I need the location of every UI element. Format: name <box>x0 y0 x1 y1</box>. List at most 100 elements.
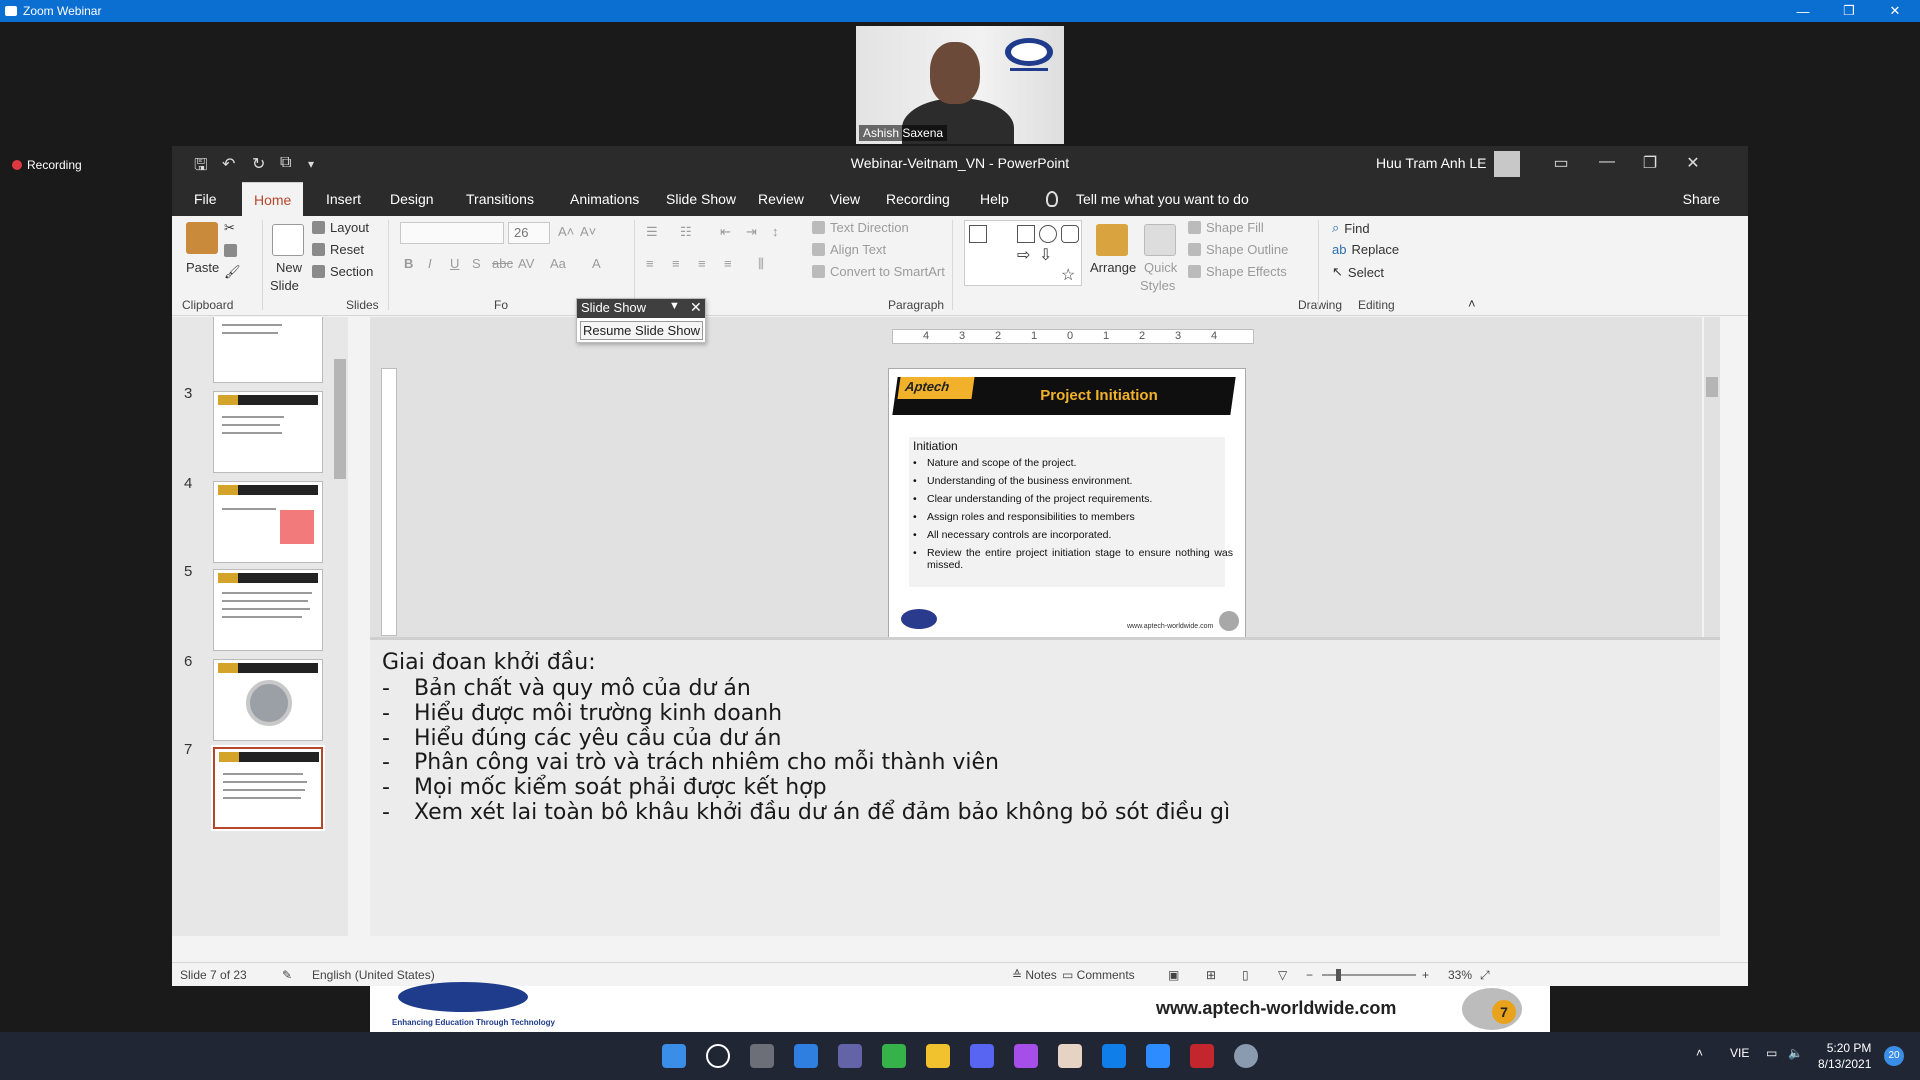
shadow-icon[interactable]: S <box>472 256 481 271</box>
increase-indent-icon[interactable]: ⇥ <box>746 224 757 240</box>
font-name-combo[interactable] <box>400 222 504 244</box>
oval-shape-icon[interactable] <box>1039 225 1057 243</box>
new-slide-icon[interactable] <box>272 224 304 256</box>
tab-help[interactable]: Help <box>968 182 1021 216</box>
slide-sorter-icon[interactable]: ⊞ <box>1206 968 1216 982</box>
close-icon[interactable]: ✕ <box>690 299 702 316</box>
paste-icon[interactable] <box>186 222 218 254</box>
font-color-icon[interactable]: A <box>592 256 601 271</box>
quick-styles-label-1[interactable]: Quick <box>1144 260 1177 275</box>
zoom-taskbar-icon[interactable] <box>1146 1044 1170 1068</box>
clock[interactable]: 5:20 PM 8/13/2021 <box>1818 1040 1871 1072</box>
language-status[interactable]: English (United States) <box>312 968 435 982</box>
paste-button[interactable]: Paste <box>186 260 219 275</box>
tab-review[interactable]: Review <box>746 182 816 216</box>
slide-heading[interactable]: Initiation <box>913 439 958 453</box>
refresh-app-icon[interactable] <box>882 1044 906 1068</box>
tab-recording[interactable]: Recording <box>874 182 962 216</box>
decrease-indent-icon[interactable]: ⇤ <box>720 224 731 240</box>
align-right-icon[interactable]: ≡ <box>698 256 706 271</box>
ppt-close-icon[interactable]: ✕ <box>1678 153 1708 173</box>
select-button[interactable]: ↖ Select <box>1332 264 1384 280</box>
current-slide[interactable]: Aptech Project Initiation Initiation Nat… <box>888 368 1246 638</box>
recording-indicator[interactable]: Recording <box>12 158 82 172</box>
tab-view[interactable]: View <box>818 182 872 216</box>
shape-effects-button[interactable]: Shape Effects <box>1188 264 1287 279</box>
convert-smartart-button[interactable]: Convert to SmartArt <box>812 264 945 279</box>
quick-styles-icon[interactable] <box>1144 224 1176 256</box>
rounded-rect-shape-icon[interactable] <box>1061 225 1079 243</box>
notes-pane[interactable]: Giai đoan khởi đầu: - Bản chất và quy mô … <box>370 640 1720 936</box>
search-icon[interactable] <box>706 1044 730 1068</box>
cut-icon[interactable]: ✂ <box>224 220 235 236</box>
ribbon-display-icon[interactable]: ▭ <box>1546 153 1576 173</box>
ppt-minimize-icon[interactable]: — <box>1592 153 1622 171</box>
file-explorer-icon[interactable] <box>926 1044 950 1068</box>
slide-title[interactable]: Project Initiation <box>979 387 1219 404</box>
network-icon[interactable]: ▭ <box>1766 1046 1777 1060</box>
align-text-button[interactable]: Align Text <box>812 242 886 257</box>
thumbnails-scrollbar[interactable] <box>332 317 348 936</box>
zoom-in-icon[interactable]: + <box>1422 968 1429 982</box>
slide-counter[interactable]: Slide 7 of 23 <box>180 968 247 982</box>
teams-chat-icon[interactable] <box>838 1044 862 1068</box>
find-button[interactable]: ⌕ Find <box>1332 220 1370 236</box>
task-view-icon[interactable] <box>750 1044 774 1068</box>
slide-scrollbar[interactable] <box>1704 317 1720 637</box>
underline-icon[interactable]: U <box>450 256 459 271</box>
restore-icon[interactable]: ❐ <box>1826 0 1872 22</box>
app-icon[interactable] <box>1058 1044 1082 1068</box>
line-spacing-icon[interactable]: ↕ <box>772 224 779 239</box>
comments-toggle[interactable]: ▭ Comments <box>1062 968 1135 982</box>
zoom-level[interactable]: 33% <box>1448 968 1472 982</box>
char-spacing-icon[interactable]: AV <box>518 256 534 271</box>
slide-thumbnail[interactable] <box>213 659 323 741</box>
tab-slide-show[interactable]: Slide Show <box>654 182 748 216</box>
align-left-icon[interactable]: ≡ <box>646 256 654 271</box>
messenger-icon[interactable] <box>1014 1044 1038 1068</box>
tab-transitions[interactable]: Transitions <box>454 182 546 216</box>
zoom-out-icon[interactable]: − <box>1306 968 1313 982</box>
replace-button[interactable]: ab Replace <box>1332 242 1399 257</box>
share-button[interactable]: Share <box>1683 182 1720 216</box>
arrange-icon[interactable] <box>1096 224 1128 256</box>
change-case-icon[interactable]: Aa <box>550 256 566 271</box>
resume-slideshow-button[interactable]: Resume Slide Show <box>580 321 704 340</box>
format-painter-icon[interactable]: 🖌 <box>224 264 241 280</box>
avatar[interactable] <box>1494 151 1520 177</box>
new-slide-label-1[interactable]: New <box>276 260 302 275</box>
copy-icon[interactable] <box>224 244 237 257</box>
section-button[interactable]: Section <box>312 264 373 279</box>
grow-font-icon[interactable]: A˄ <box>558 224 574 239</box>
slide-thumbnail[interactable] <box>213 481 323 563</box>
speaker-video[interactable]: Ashish Saxena <box>856 26 1064 144</box>
shrink-font-icon[interactable]: A˅ <box>580 224 596 239</box>
zoom-slider-handle[interactable] <box>1336 969 1341 981</box>
slide-thumbnail-selected[interactable] <box>211 745 325 831</box>
star-shape-icon[interactable]: ☆ <box>1061 265 1079 284</box>
tab-insert[interactable]: Insert <box>314 182 373 216</box>
thumbnails-scroll-thumb[interactable] <box>334 359 346 479</box>
spellcheck-icon[interactable]: ✎ <box>282 968 292 982</box>
bullets-icon[interactable]: ☰ <box>646 224 658 240</box>
tab-file[interactable]: File <box>182 182 229 216</box>
italic-icon[interactable]: I <box>428 256 432 271</box>
ppt-taskbar-icon[interactable] <box>1190 1044 1214 1068</box>
arrow-right-shape-icon[interactable]: ⇨ <box>1017 245 1035 264</box>
close-icon[interactable]: ✕ <box>1872 0 1918 22</box>
slide-thumbnail[interactable] <box>213 569 323 651</box>
slideshow-view-icon[interactable]: ▽ <box>1278 968 1287 982</box>
quick-styles-label-2[interactable]: Styles <box>1140 278 1175 293</box>
justify-icon[interactable]: ≡ <box>724 256 732 271</box>
tell-me-search[interactable]: Tell me what you want to do <box>1076 182 1249 216</box>
slide-thumbnails-pane[interactable]: 3 4 5 6 7 <box>172 317 332 936</box>
minimize-icon[interactable]: — <box>1780 0 1826 22</box>
font-size-combo[interactable]: 26 <box>508 222 550 244</box>
discord-icon[interactable] <box>970 1044 994 1068</box>
new-slide-label-2[interactable]: Slide <box>270 278 299 293</box>
notification-badge[interactable]: 20 <box>1884 1046 1904 1066</box>
text-direction-button[interactable]: Text Direction <box>812 220 909 235</box>
chevron-down-icon[interactable]: ▼ <box>669 300 680 312</box>
tab-design[interactable]: Design <box>378 182 446 216</box>
shapes-gallery[interactable]: ⇨ ⇩ ☆ <box>964 220 1082 286</box>
